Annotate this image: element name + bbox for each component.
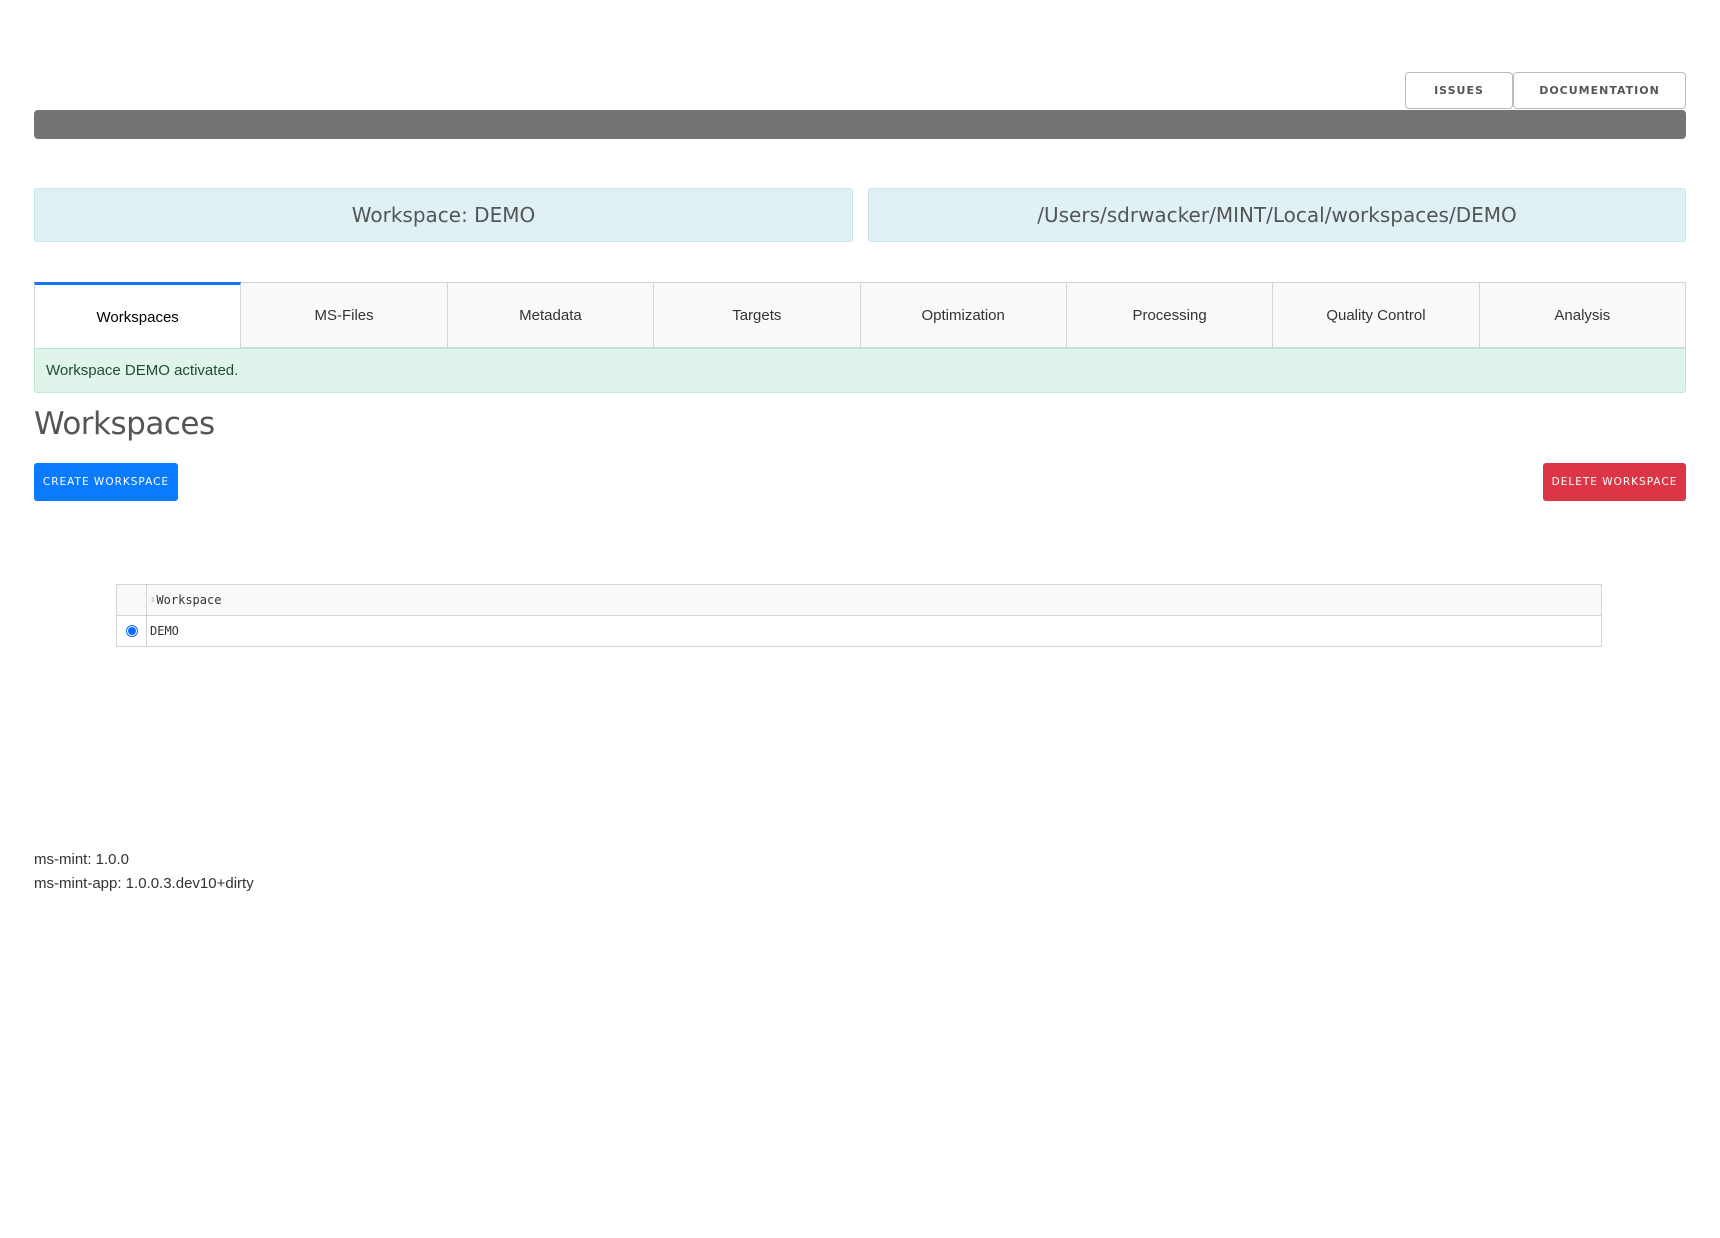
ms-mint-app-version: ms-mint-app: 1.0.0.3.dev10+dirty <box>34 875 254 892</box>
version-info: ms-mint: 1.0.0 ms-mint-app: 1.0.0.3.dev1… <box>34 848 254 896</box>
sort-icon[interactable]: ⇕ <box>150 595 155 605</box>
tab-targets[interactable]: Targets <box>654 282 861 348</box>
radio-selected-dot <box>127 627 136 635</box>
table-row[interactable]: DEMO <box>117 616 1601 646</box>
progress-bar <box>34 110 1686 139</box>
tab-metadata[interactable]: Metadata <box>447 282 655 348</box>
workspaces-table: ⇕ Workspace DEMO <box>116 584 1602 647</box>
row-radio-button[interactable] <box>125 625 138 637</box>
row-select-cell <box>117 616 147 646</box>
tab-workspaces[interactable]: Workspaces <box>34 282 242 348</box>
tab-ms-files[interactable]: MS-Files <box>241 282 448 348</box>
tab-optimization[interactable]: Optimization <box>860 282 1067 348</box>
page-title: Workspaces <box>34 406 215 442</box>
column-header-label: Workspace <box>156 593 222 607</box>
create-workspace-button[interactable]: CREATE WORKSPACE <box>34 463 178 501</box>
tab-processing[interactable]: Processing <box>1066 282 1274 348</box>
workspace-name-box: Workspace: DEMO <box>34 188 853 242</box>
delete-workspace-button[interactable]: DELETE WORKSPACE <box>1543 463 1686 501</box>
select-column-header <box>117 585 147 615</box>
issues-button[interactable]: ISSUES <box>1405 72 1513 109</box>
column-header-workspace[interactable]: ⇕ Workspace <box>147 585 1601 615</box>
success-alert: Workspace DEMO activated. <box>34 348 1686 393</box>
documentation-button[interactable]: DOCUMENTATION <box>1513 72 1686 109</box>
alert-text: Workspace DEMO activated. <box>46 362 239 379</box>
tab-quality-control[interactable]: Quality Control <box>1273 282 1480 348</box>
workspace-path-text: /Users/sdrwacker/MINT/Local/workspaces/D… <box>1037 203 1517 227</box>
tab-analysis[interactable]: Analysis <box>1479 282 1686 348</box>
workspace-name-text: Workspace: DEMO <box>351 203 536 227</box>
header-buttons: ISSUES DOCUMENTATION <box>1405 72 1686 109</box>
tab-bar: Workspaces MS-Files Metadata Targets Opt… <box>34 282 1686 348</box>
workspace-path-box: /Users/sdrwacker/MINT/Local/workspaces/D… <box>868 188 1686 242</box>
table-header-row: ⇕ Workspace <box>117 585 1601 616</box>
workspace-cell[interactable]: DEMO <box>147 616 1601 646</box>
ms-mint-version: ms-mint: 1.0.0 <box>34 851 130 868</box>
